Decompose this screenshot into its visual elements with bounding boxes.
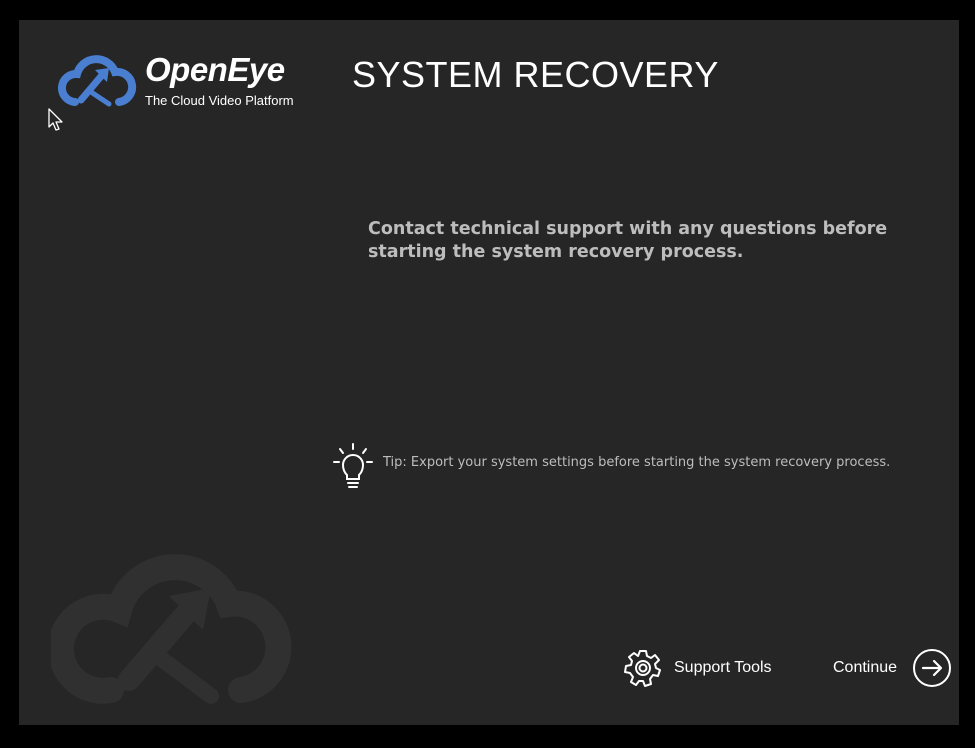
arrow-right-circle-icon [913,649,951,687]
recovery-screen: OpenEye The Cloud Video Platform SYSTEM … [19,20,959,725]
cloud-logo-icon [57,55,137,107]
brand-tagline: The Cloud Video Platform [145,93,294,108]
continue-button[interactable]: Continue [833,648,955,690]
gear-icon [624,650,661,687]
page-title: SYSTEM RECOVERY [352,54,719,95]
continue-label: Continue [833,659,898,676]
support-tools-label: Support Tools [674,659,772,676]
tip: Tip: Export your system settings before … [333,443,953,491]
lightbulb-icon [333,443,373,488]
tip-text: Tip: Export your system settings before … [383,455,891,470]
brand-name: OpenEye [145,51,285,88]
openeye-logo: OpenEye The Cloud Video Platform [53,50,323,120]
support-message: Contact technical support with any quest… [368,219,888,262]
cloud-watermark-icon [51,554,292,704]
mouse-cursor-icon [48,108,63,131]
support-tools-button[interactable]: Support Tools [623,648,783,688]
